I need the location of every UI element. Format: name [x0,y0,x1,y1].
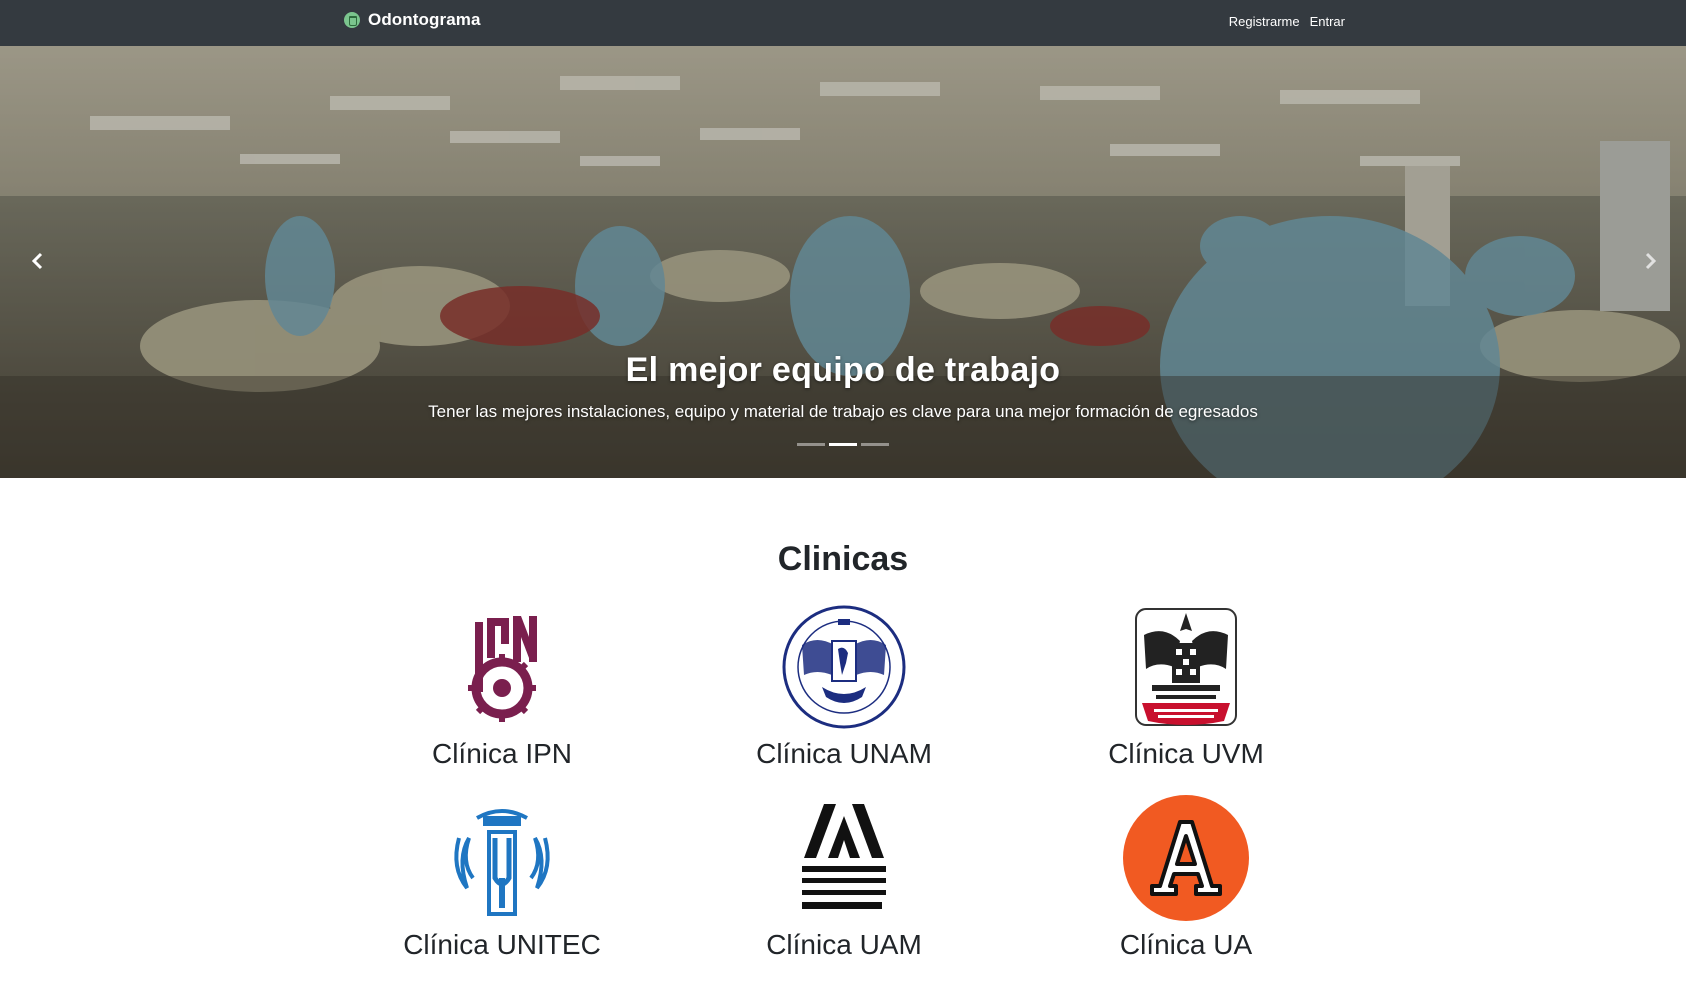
carousel-title: El mejor equipo de trabajo [625,351,1061,389]
clinic-card-unam[interactable]: Clínica UNAM [694,602,994,770]
carousel-indicator-2[interactable] [829,443,857,446]
unitec-logo-icon [437,793,567,923]
nav-links: Registrarme Entrar [1229,14,1345,29]
carousel-text: Tener las mejores instalaciones, equipo … [428,402,1258,421]
register-link[interactable]: Registrarme [1229,14,1300,29]
brand-name: Odontograma [368,10,481,29]
chevron-right-icon [1645,252,1657,270]
chevron-left-icon [31,252,43,270]
login-link[interactable]: Entrar [1310,14,1345,29]
unam-logo-icon [779,602,909,732]
carousel-prev-button[interactable] [22,246,52,276]
hero-carousel: El mejor equipo de trabajo Tener las mej… [0,46,1686,478]
clinic-name: Clínica UNAM [756,738,932,769]
clinics-title: Clinicas [777,540,909,578]
clinic-card-uvm[interactable]: Clínica UVM [1036,602,1336,770]
ipn-logo-icon [437,602,567,732]
clinic-card-ipn[interactable]: Clínica IPN [352,602,652,770]
carousel-indicator-1[interactable] [797,443,825,446]
clinic-name: Clínica UVM [1108,738,1264,769]
clinic-name: Clínica IPN [431,738,573,769]
clinic-name: Clínica UAM [766,929,922,960]
carousel-indicators [0,443,1686,446]
navbar: Odontograma Registrarme Entrar [0,0,1686,46]
uvm-logo-icon [1121,602,1251,732]
tooth-icon [344,12,360,28]
clinic-name: Clínica UNITEC [403,929,601,960]
uam-logo-icon [779,793,909,923]
clinic-name: Clínica UA [1119,929,1253,960]
ua-logo-icon [1121,793,1251,923]
carousel-indicator-3[interactable] [861,443,889,446]
clinic-card-unitec[interactable]: Clínica UNITEC [352,793,652,961]
brand-link[interactable]: Odontograma [344,10,481,30]
clinic-card-ua[interactable]: Clínica UA [1036,793,1336,961]
carousel-caption: El mejor equipo de trabajo Tener las mej… [0,351,1686,422]
clinic-card-uam[interactable]: Clínica UAM [694,793,994,961]
carousel-next-button[interactable] [1636,246,1666,276]
